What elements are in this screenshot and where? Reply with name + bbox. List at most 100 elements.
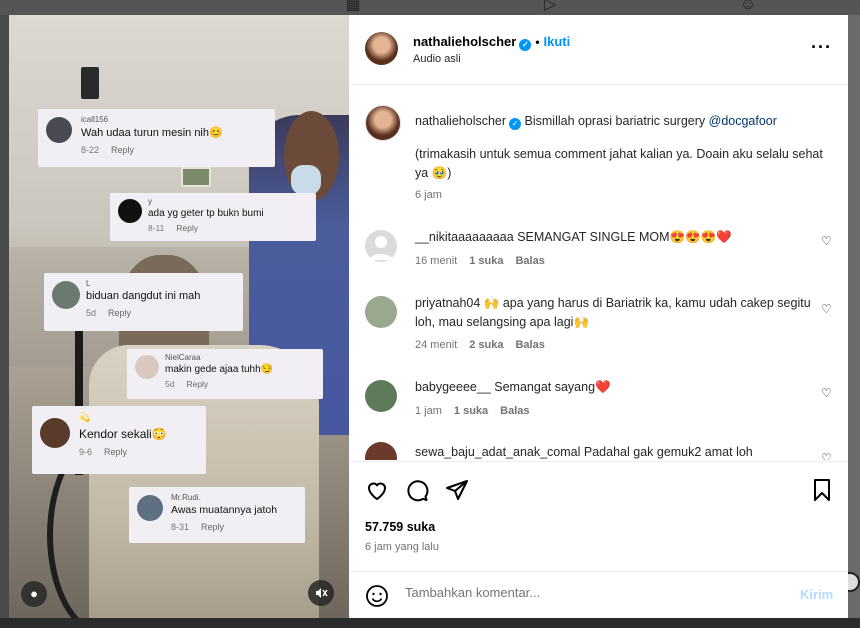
overlay-comment-meta: 5d Reply: [165, 379, 209, 389]
verified-badge-icon: ✓: [509, 118, 522, 130]
caption-line: nathalieholscher ✓ Bismillah oprasi baria…: [415, 112, 835, 131]
save-button[interactable]: [810, 478, 834, 502]
reply-button[interactable]: Balas: [515, 339, 544, 351]
comment-time[interactable]: 16 menit: [415, 255, 457, 267]
reply-button[interactable]: Balas: [515, 255, 544, 267]
comments-scroll-area[interactable]: nathalieholscher ✓ Bismillah oprasi baria…: [349, 86, 848, 460]
send-icon: [446, 480, 468, 500]
comment-input[interactable]: [405, 585, 785, 600]
comment-avatar[interactable]: [365, 442, 397, 460]
heart-outline-icon: ♡: [821, 302, 832, 316]
comment-likes[interactable]: 1 suka: [454, 405, 488, 417]
post-comment-button[interactable]: Kirim: [800, 587, 833, 602]
post-time[interactable]: 6 jam yang lalu: [365, 541, 439, 553]
caption-text: Bismillah oprasi bariatric surgery: [524, 114, 706, 128]
comment-text: Padahal gak gemuk2 amat loh: [583, 445, 753, 459]
audio-label[interactable]: Audio asli: [413, 53, 461, 65]
comment-meta: 16 menit 1 suka Balas: [415, 255, 545, 267]
like-button[interactable]: [365, 478, 389, 502]
overlay-comment-text: Wah udaa turun mesin nih😊: [81, 127, 223, 139]
overlay-avatar: [118, 199, 142, 223]
comment-text: SEMANGAT SINGLE MOM😍😍😍❤️: [517, 230, 732, 244]
emoji-icon: [366, 585, 388, 607]
comment-avatar[interactable]: [365, 380, 397, 412]
comment-likes[interactable]: 2 suka: [469, 339, 503, 351]
overlay-comment-meta: 9-6 Reply: [79, 447, 128, 457]
overlay-avatar: [52, 281, 80, 309]
comment-meta: 24 menit 2 suka Balas: [415, 339, 545, 351]
grid-icon: ▦: [345, 0, 361, 13]
post-media[interactable]: icall156 Wah udaa turun mesin nih😊 8-22 R…: [9, 15, 349, 618]
caption-username[interactable]: nathalieholscher: [415, 114, 506, 128]
overlay-comment-user: 💫: [79, 412, 91, 422]
emoji-button[interactable]: [365, 584, 389, 608]
overlay-comment-user: icall156: [81, 115, 109, 124]
overlay-comment-text: Kendor sekali😳: [79, 427, 167, 441]
bookmark-icon: [814, 479, 830, 501]
separator-dot: •: [535, 35, 540, 49]
reels-icon: ▷: [543, 0, 557, 13]
heart-outline-icon: ♡: [821, 234, 832, 248]
overlay-comment-meta: 8-31 Reply: [171, 522, 225, 532]
comment-text: Semangat sayang❤️: [494, 380, 611, 394]
more-horizontal-icon: ···: [811, 37, 832, 57]
comment-likes[interactable]: 1 suka: [469, 255, 503, 267]
comment-like-button[interactable]: ♡: [821, 451, 832, 460]
overlay-comment-text: makin gede ajaa tuhh😏: [165, 364, 274, 375]
comment-avatar[interactable]: [365, 230, 397, 262]
caption-mention-link[interactable]: @docgafoor: [709, 114, 777, 128]
comment-username[interactable]: babygeeee__: [415, 380, 491, 394]
follow-button[interactable]: Ikuti: [544, 34, 571, 49]
person-icon: ☺: [739, 0, 757, 13]
overlay-comment-user: L: [86, 279, 91, 288]
overlay-comment-text: ada yg geter tp bukn bumi: [148, 208, 264, 219]
overlay-comment-meta: 8-11 Reply: [148, 223, 199, 233]
overlay-comment-card: 💫 Kendor sekali😳 9-6 Reply: [32, 406, 206, 474]
overlay-comment-card: NielCaraa makin gede ajaa tuhh😏 5d Reply: [127, 349, 323, 399]
overlay-avatar: [40, 418, 70, 448]
comment-username[interactable]: sewa_baju_adat_anak_comal: [415, 445, 580, 459]
comment-text-line: sewa_baju_adat_anak_comal Padahal gak ge…: [415, 443, 815, 460]
comment-username[interactable]: priyatnah04: [415, 296, 480, 310]
background-bottom: [0, 618, 860, 628]
comment-text-line: babygeeee__ Semangat sayang❤️: [415, 378, 815, 397]
author-username[interactable]: nathalieholscher: [413, 34, 516, 49]
comment-like-button[interactable]: ♡: [821, 234, 832, 248]
comment-username[interactable]: __nikitaaaaaaaaa: [415, 230, 514, 244]
speaker-muted-icon: [316, 588, 328, 598]
overlay-comment-user: Mr.Rudi.: [171, 493, 201, 502]
default-avatar-icon: [369, 236, 393, 260]
comment-avatar[interactable]: [365, 296, 397, 328]
caption-author-avatar[interactable]: [365, 105, 401, 141]
caption-time[interactable]: 6 jam: [415, 189, 442, 201]
caption-text-2: (trimakasih untuk semua comment jahat ka…: [415, 147, 823, 180]
share-button[interactable]: [445, 478, 469, 502]
comment-text-line: __nikitaaaaaaaaa SEMANGAT SINGLE MOM😍😍😍❤…: [415, 228, 815, 247]
comment-button[interactable]: [405, 478, 429, 502]
comment-meta: 1 jam 1 suka Balas: [415, 405, 530, 417]
reply-button[interactable]: Balas: [500, 405, 529, 417]
overlay-comment-user: NielCaraa: [165, 353, 201, 362]
heart-outline-icon: ♡: [821, 451, 832, 460]
comment-like-button[interactable]: ♡: [821, 302, 832, 316]
heart-icon: [367, 482, 387, 501]
tagged-users-button[interactable]: ●: [21, 581, 47, 607]
comment-like-button[interactable]: ♡: [821, 386, 832, 400]
overlay-comment-card: icall156 Wah udaa turun mesin nih😊 8-22 R…: [38, 109, 275, 167]
verified-badge-icon: ✓: [519, 39, 532, 51]
mute-button[interactable]: [308, 580, 334, 606]
media-speaker-shape: [81, 67, 99, 99]
more-options-button[interactable]: ···: [811, 37, 832, 58]
overlay-avatar: [135, 355, 159, 379]
post-header: nathalieholscher ✓ • Ikuti Audio asli ···: [349, 15, 848, 85]
likes-count[interactable]: 57.759 suka: [365, 520, 435, 534]
comment-time[interactable]: 1 jam: [415, 405, 442, 417]
media-wall-frame: [181, 167, 211, 187]
overlay-comment-user: y: [148, 197, 152, 206]
comment-time[interactable]: 24 menit: [415, 339, 457, 351]
author-avatar[interactable]: [365, 32, 398, 65]
overlay-avatar: [137, 495, 163, 521]
overlay-comment-text: Awas muatannya jatoh: [171, 504, 278, 516]
overlay-comment-card: Mr.Rudi. Awas muatannya jatoh 8-31 Reply: [129, 487, 305, 543]
add-comment-bar: Kirim: [349, 571, 848, 618]
